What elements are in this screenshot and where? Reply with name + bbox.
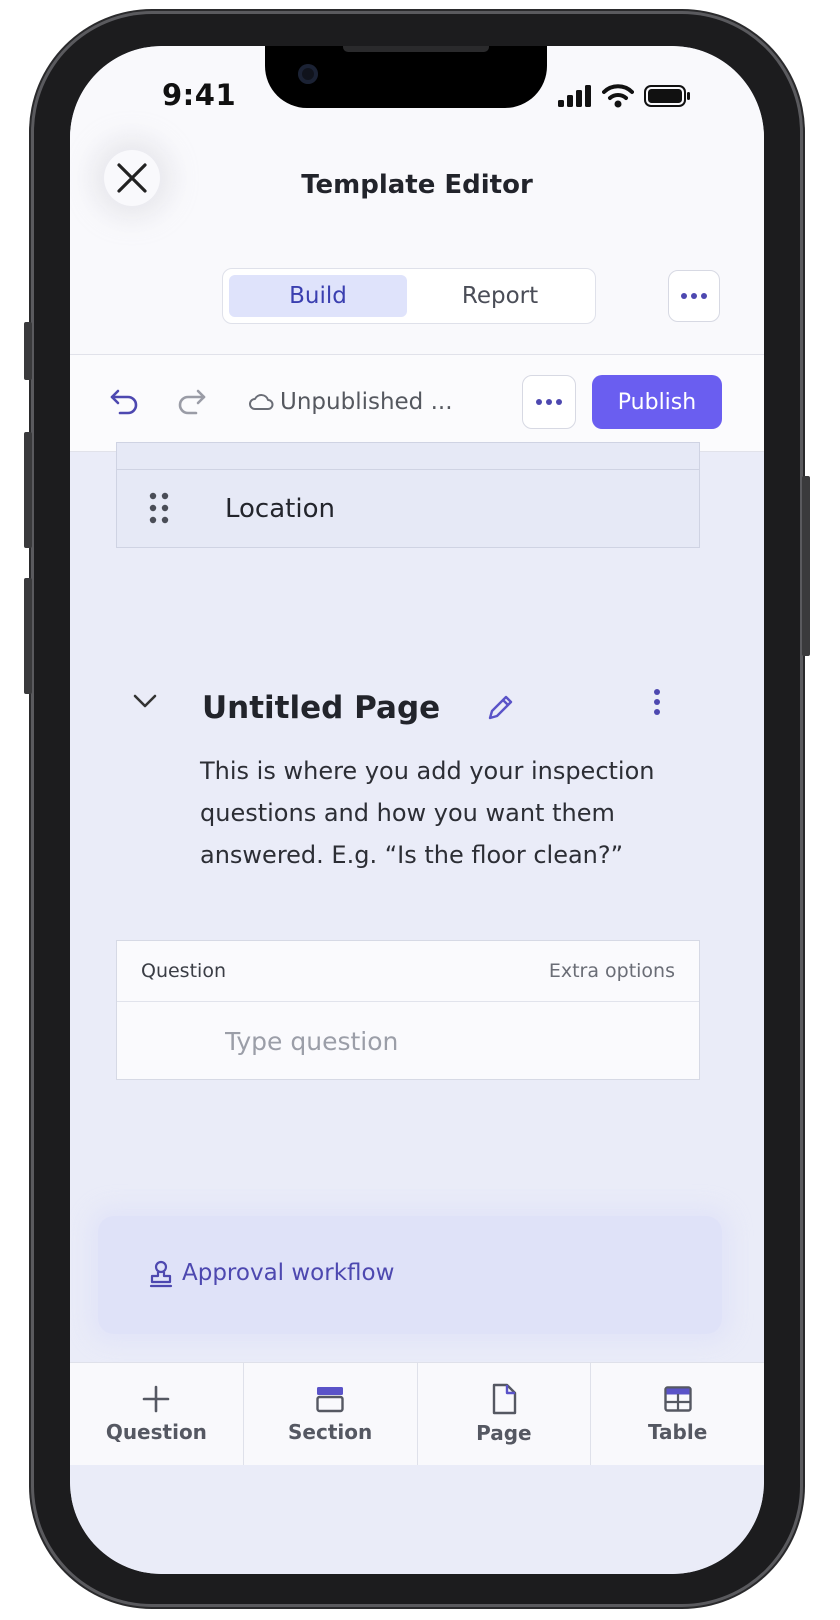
battery-icon [644,85,690,107]
editor-content: Location Untitled Page This is where you… [70,442,764,1362]
more-horizontal-icon [536,399,562,405]
chevron-down-icon [133,694,157,708]
redo-button[interactable] [176,385,208,419]
question-item-card: Location [116,442,700,548]
page-options-button[interactable] [652,688,662,720]
power-button [802,476,810,656]
page-title: Template Editor [301,170,533,200]
publish-button[interactable]: Publish [592,375,722,429]
add-section-button[interactable]: Section [244,1363,418,1465]
question-column-label: Question [141,960,226,982]
table-icon [663,1386,692,1412]
approval-workflow-button[interactable]: Approval workflow [98,1216,722,1334]
cloud-icon [249,394,274,410]
wifi-icon [602,84,634,108]
more-horizontal-icon [681,293,707,299]
drag-handle[interactable] [149,492,169,528]
add-section-label: Section [288,1420,373,1444]
home-indicator-area [70,1465,764,1574]
plus-icon [143,1385,170,1413]
tab-report[interactable]: Report [411,275,589,317]
approval-workflow-label: Approval workflow [182,1260,395,1286]
add-item-bar: Question Section Page Table [70,1362,764,1465]
toolbar-more-button[interactable] [522,375,576,429]
question-card-header: Question Extra options [117,941,699,1002]
more-vertical-icon [654,689,660,715]
question-card: Question Extra options [116,940,700,1080]
add-question-button[interactable]: Question [70,1363,244,1465]
page-description: This is where you add your inspection qu… [200,757,655,869]
edit-page-title-button[interactable] [484,692,516,728]
add-question-label: Question [105,1420,207,1444]
undo-button[interactable] [108,385,140,419]
drag-handle-icon [149,492,169,524]
section-icon [316,1387,344,1413]
header-more-button[interactable] [668,270,720,322]
pencil-icon [488,695,513,720]
redo-icon [178,389,206,415]
editor-toolbar: Unpublished ... Publish [70,355,764,452]
volume-down-button [24,578,32,694]
status-icons [558,84,692,108]
undo-icon [110,389,138,415]
add-page-label: Page [476,1421,532,1445]
type-question-input[interactable] [117,1002,699,1080]
status-time: 9:41 [162,78,237,112]
question-item-location[interactable]: Location [117,470,699,548]
question-item-label: Location [225,494,335,524]
cellular-signal-icon [558,85,591,107]
page-heading[interactable]: Untitled Page [202,690,440,726]
phone-screen: 9:41 Template Editor Build Report Unpubl… [70,46,764,1574]
publish-status-text: Unpublished ... [280,389,453,415]
add-table-label: Table [647,1420,708,1444]
publish-status: Unpublished ... [248,389,453,415]
add-page-button[interactable]: Page [418,1363,592,1465]
speaker [343,46,489,52]
page-collapse-button[interactable] [132,692,158,714]
build-report-toggle: Build Report [222,268,596,324]
add-table-button[interactable]: Table [591,1363,764,1465]
tab-build[interactable]: Build [229,275,407,317]
volume-up-button [24,432,32,548]
extra-options-link[interactable]: Extra options [549,960,675,982]
mute-switch [24,322,32,380]
front-camera [298,64,318,84]
page-icon [492,1383,517,1415]
stamp-icon [149,1260,173,1288]
